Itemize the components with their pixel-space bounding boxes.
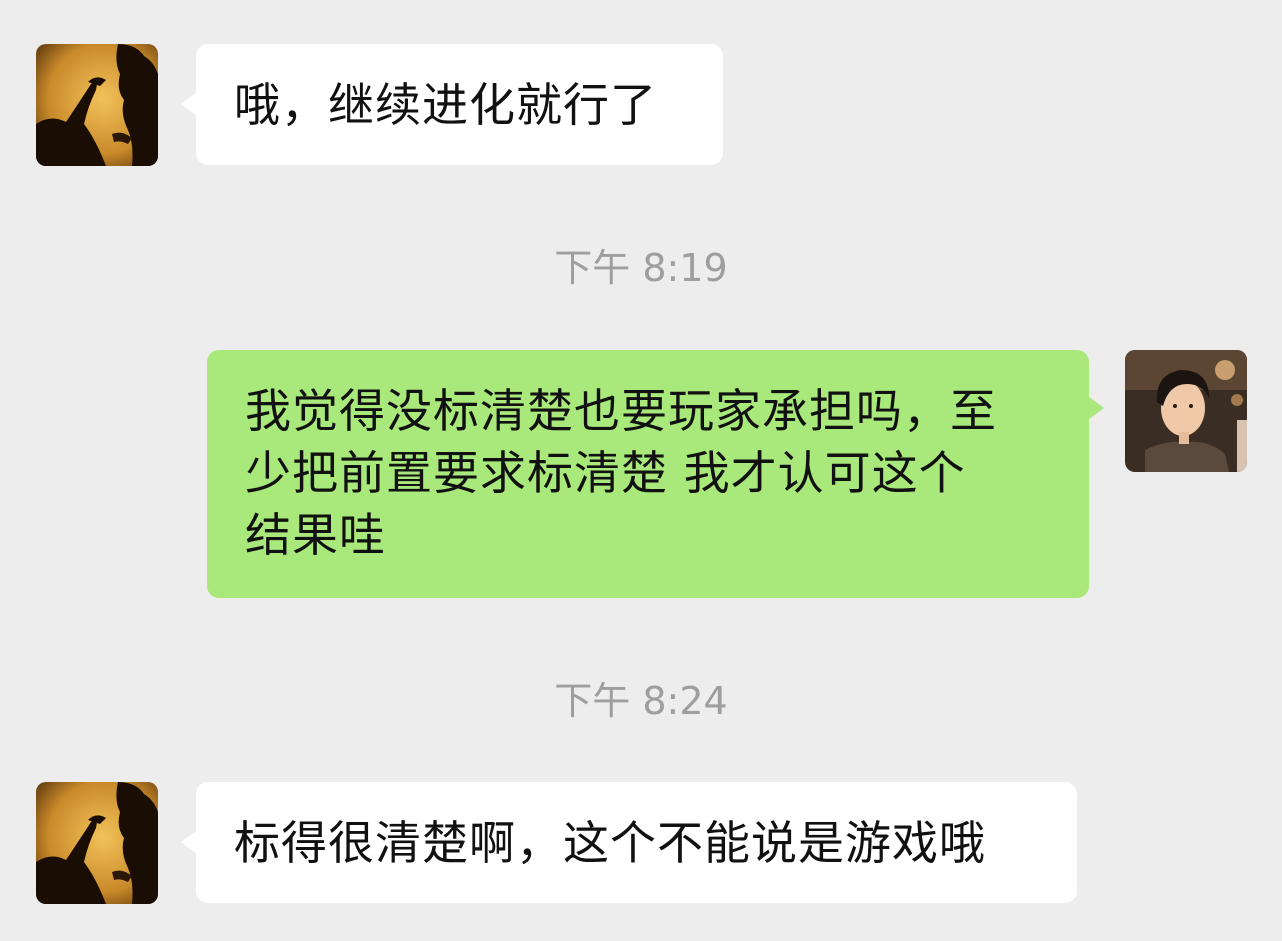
message-bubble-incoming[interactable]: 哦，继续进化就行了	[181, 44, 723, 165]
portrait-avatar-icon	[1125, 350, 1247, 472]
contact-avatar[interactable]	[36, 782, 158, 904]
message-text: 我觉得没标清楚也要玩家承担吗，至 少把前置要求标清楚 我才认可这个 结果哇	[245, 384, 997, 562]
self-avatar[interactable]	[1125, 350, 1247, 472]
message-bubble-outgoing[interactable]: 我觉得没标清楚也要玩家承担吗，至 少把前置要求标清楚 我才认可这个 结果哇	[207, 350, 1104, 598]
silhouette-avatar-icon	[36, 44, 158, 166]
message-text: 哦，继续进化就行了	[234, 78, 657, 132]
timestamp: 下午 8:19	[554, 246, 728, 290]
timestamp: 下午 8:24	[554, 679, 728, 723]
contact-avatar[interactable]	[36, 44, 158, 166]
silhouette-avatar-icon	[36, 782, 158, 904]
message-bubble-incoming[interactable]: 标得很清楚啊，这个不能说是游戏哦	[181, 782, 1077, 903]
message-text: 标得很清楚啊，这个不能说是游戏哦	[234, 816, 986, 870]
